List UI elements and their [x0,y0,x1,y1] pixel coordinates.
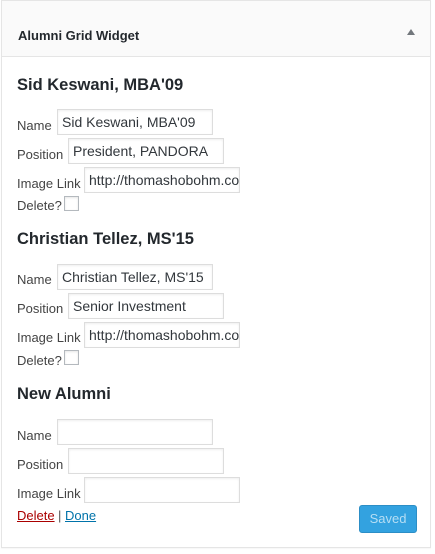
widget-header[interactable]: Alumni Grid Widget [2,1,430,57]
image-link-label: Image Link [17,330,81,345]
widget-title: Alumni Grid Widget [18,28,140,43]
alumni-heading: Christian Tellez, MS'15 [17,230,194,248]
alumni-image-link-input[interactable]: http://thomashobohm.com [84,322,240,348]
name-label: Name [17,118,52,133]
position-label: Position [17,457,64,472]
link-separator: | [58,508,62,523]
arrow-up-icon[interactable] [407,29,415,35]
position-label: Position [17,301,64,316]
new-alumni-heading: New Alumni [17,385,111,403]
image-link-label: Image Link [17,176,81,191]
alumni-heading: Sid Keswani, MBA'09 [17,76,184,94]
delete-checkbox[interactable] [64,350,79,365]
new-image-link-input[interactable] [84,477,240,503]
alumni-position-input[interactable]: Senior Investment Associate [68,293,224,319]
image-link-label: Image Link [17,486,81,501]
alumni-position-input[interactable]: President, PANDORA Americas [68,138,224,164]
delete-label: Delete? [17,198,62,213]
saved-button[interactable]: Saved [359,505,417,533]
alumni-name-input[interactable]: Christian Tellez, MS'15 [57,264,213,290]
alumni-image-link-input[interactable]: http://thomashobohm.com [84,167,240,193]
new-position-input[interactable] [68,448,224,474]
delete-label: Delete? [17,353,62,368]
name-label: Name [17,272,52,287]
new-name-input[interactable] [57,419,213,445]
position-label: Position [17,147,64,162]
done-link[interactable]: Done [65,508,96,523]
delete-checkbox[interactable] [64,196,79,211]
delete-link[interactable]: Delete [17,508,55,523]
alumni-name-input[interactable]: Sid Keswani, MBA'09 [57,109,213,135]
name-label: Name [17,428,52,443]
